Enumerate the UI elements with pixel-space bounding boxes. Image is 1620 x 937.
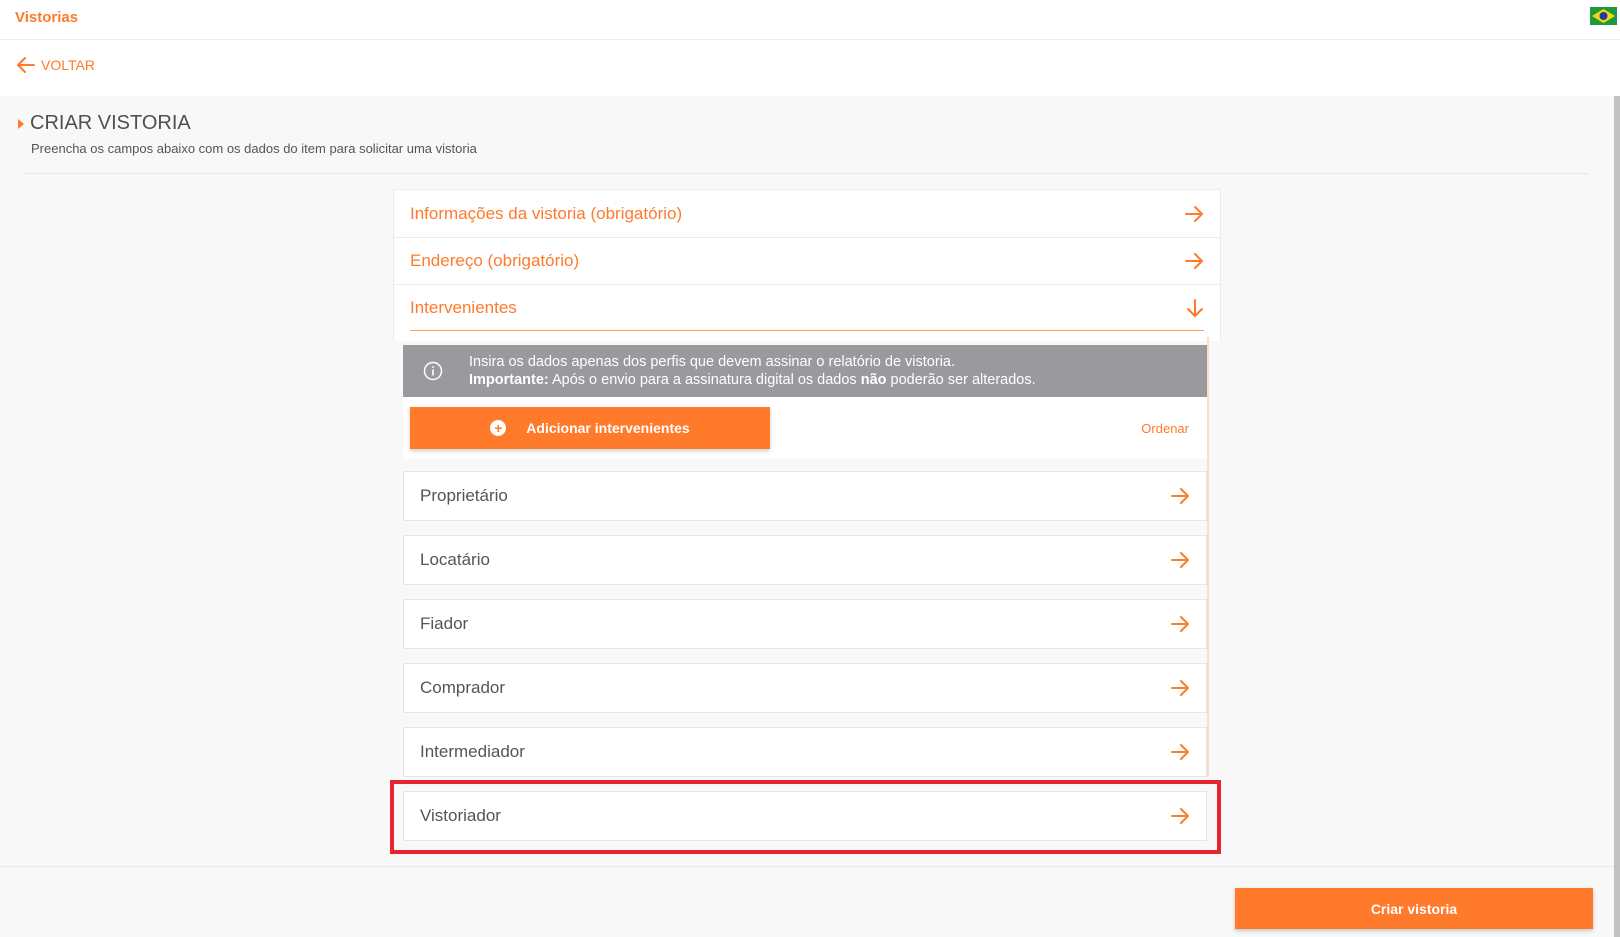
- notice-line-1: Insira os dados apenas dos perfis que de…: [469, 354, 956, 370]
- divider: [24, 173, 1588, 174]
- arrow-right-icon: [1171, 488, 1189, 504]
- notice-line-2: Importante: Após o envio para a assinatu…: [469, 371, 1036, 389]
- back-label: VOLTAR: [41, 57, 95, 73]
- party-item-fiador[interactable]: Fiador: [403, 599, 1207, 649]
- plus-circle-icon: +: [490, 420, 507, 436]
- notice-box: Insira os dados apenas dos perfis que de…: [403, 345, 1207, 397]
- form-panel: Informações da vistoria (obrigatório) En…: [393, 189, 1221, 341]
- arrow-right-icon: [1171, 616, 1189, 632]
- back-bar: VOLTAR: [0, 40, 1620, 96]
- notice-text: Insira os dados apenas dos perfis que de…: [469, 353, 1036, 389]
- parties-actions: + Adicionar intervenientes Ordenar: [403, 397, 1207, 459]
- footer-divider: [0, 866, 1614, 867]
- info-icon: [423, 361, 443, 381]
- party-label: Locatário: [420, 550, 490, 569]
- arrow-right-icon: [1171, 552, 1189, 568]
- accordion-parties-section: Intervenientes: [393, 285, 1221, 341]
- top-bar: Vistorias: [0, 0, 1620, 40]
- section-label: Informações da vistoria (obrigatório): [410, 203, 683, 223]
- arrow-right-icon: [1171, 744, 1189, 760]
- brazil-flag-icon[interactable]: [1590, 7, 1617, 25]
- page-subtitle: Preencha os campos abaixo com os dados d…: [31, 141, 477, 156]
- notice-important: Importante:: [469, 372, 549, 388]
- caret-right-icon: [18, 118, 24, 129]
- party-item-proprietario[interactable]: Proprietário: [403, 471, 1207, 521]
- party-label: Proprietário: [420, 486, 508, 505]
- section-label: Endereço (obrigatório): [410, 251, 580, 270]
- highlight-box: [390, 780, 1221, 854]
- arrow-right-icon: [1171, 680, 1189, 696]
- arrow-right-icon: [1185, 205, 1203, 222]
- arrow-left-icon: [17, 57, 35, 73]
- arrow-right-icon: [1185, 253, 1203, 269]
- page-header: CRIAR VISTORIA Preencha os campos abaixo…: [18, 112, 477, 156]
- party-item-locatario[interactable]: Locatário: [403, 535, 1207, 585]
- scrollbar[interactable]: [1614, 96, 1620, 937]
- panel-side-border: [1207, 337, 1209, 777]
- create-inspection-label: Criar vistoria: [1370, 900, 1458, 917]
- notice-line-2b: poderão ser alterados.: [886, 372, 1036, 388]
- app-title: Vistorias: [15, 9, 79, 26]
- accordion-address-section[interactable]: Endereço (obrigatório): [393, 237, 1221, 285]
- parties-section-header[interactable]: Intervenientes: [410, 285, 1204, 331]
- parties-body: Insira os dados apenas dos perfis que de…: [403, 345, 1207, 841]
- accordion-info-section[interactable]: Informações da vistoria (obrigatório): [393, 189, 1221, 237]
- arrow-down-icon: [1187, 298, 1203, 317]
- order-link[interactable]: Ordenar: [1141, 421, 1189, 436]
- party-label: Intermediador: [420, 742, 525, 761]
- notice-line-2a: Após o envio para a assinatura digital o…: [548, 372, 861, 388]
- add-parties-label: Adicionar intervenientes: [526, 420, 690, 436]
- back-button[interactable]: VOLTAR: [17, 57, 95, 73]
- page-title-text: CRIAR VISTORIA: [30, 112, 191, 134]
- notice-bold-word: não: [860, 372, 887, 388]
- page-title: CRIAR VISTORIA: [18, 112, 477, 135]
- create-inspection-button[interactable]: Criar vistoria: [1235, 888, 1593, 929]
- party-label: Comprador: [420, 678, 506, 697]
- section-label: Intervenientes: [410, 297, 517, 317]
- party-label: Fiador: [420, 614, 469, 633]
- party-item-intermediador[interactable]: Intermediador: [403, 727, 1207, 777]
- add-parties-button[interactable]: + Adicionar intervenientes: [410, 407, 770, 449]
- party-item-comprador[interactable]: Comprador: [403, 663, 1207, 713]
